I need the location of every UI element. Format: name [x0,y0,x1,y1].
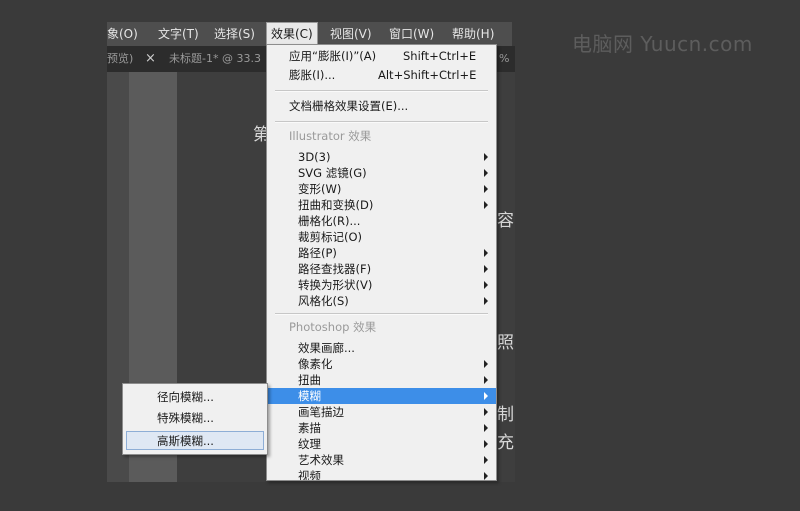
menu-select[interactable]: 选择(S) [214,22,255,46]
menu-item-pixelate[interactable]: 像素化 [267,356,496,372]
submenu-arrow-icon [484,153,488,161]
menu-item-document-raster-settings[interactable]: 文档栅格效果设置(E)... [267,98,496,114]
submenu-arrow-icon [484,281,488,289]
submenu-arrow-icon [484,201,488,209]
watermark-text: 电脑网 Yuucn.com [572,32,753,56]
menu-effect[interactable]: 效果(C) [266,22,318,46]
menu-separator [275,121,488,123]
menu-item-effect-gallery[interactable]: 效果画廊... [267,340,496,356]
menu-item-svg-filters[interactable]: SVG 滤镜(G) [267,165,496,181]
menu-item-path[interactable]: 路径(P) [267,245,496,261]
menu-separator [275,90,488,92]
tab-untitled-document[interactable]: 未标题-1* @ 33.3 [169,46,261,72]
menu-item-brush-strokes[interactable]: 画笔描边 [267,404,496,420]
submenu-item-radial-blur[interactable]: 径向模糊... [126,388,264,407]
submenu-arrow-icon [484,185,488,193]
menu-item-rasterize[interactable]: 栅格化(R)... [267,213,496,229]
menu-window[interactable]: 窗口(W) [389,22,434,46]
submenu-arrow-icon [484,265,488,273]
blur-submenu: 径向模糊... 特殊模糊... 高斯模糊... [122,383,268,455]
submenu-arrow-icon [484,440,488,448]
effect-menu-dropdown: 应用“膨胀(I)”(A) Shift+Ctrl+E 膨胀(I)... Alt+S… [266,44,497,481]
menu-view[interactable]: 视图(V) [330,22,372,46]
submenu-arrow-icon [484,169,488,177]
menu-item-pathfinder[interactable]: 路径查找器(F) [267,261,496,277]
section-header-photoshop: Photoshop 效果 [289,320,377,334]
submenu-arrow-icon [484,360,488,368]
close-icon[interactable]: × [145,46,156,72]
menu-help[interactable]: 帮助(H) [452,22,494,46]
menu-item-apply-inflate[interactable]: 应用“膨胀(I)”(A) Shift+Ctrl+E [267,48,496,64]
shortcut-label: Alt+Shift+Ctrl+E [378,68,477,82]
menu-item-video[interactable]: 视频 [267,468,496,480]
tab-preview-fragment[interactable]: 预览) [107,46,133,72]
menu-item-sketch[interactable]: 素描 [267,420,496,436]
menu-item-inflate[interactable]: 膨胀(I)... Alt+Shift+Ctrl+E [267,67,496,83]
menu-item-stylize[interactable]: 风格化(S) [267,293,496,309]
menu-bar: 象(O) 文字(T) 选择(S) 效果(C) 视图(V) 窗口(W) 帮助(H) [107,22,512,46]
section-header-illustrator: Illustrator 效果 [289,129,372,143]
submenu-item-gaussian-blur[interactable]: 高斯模糊... [126,431,264,450]
canvas-text-fragment: 容 [497,211,514,231]
submenu-arrow-icon [484,297,488,305]
submenu-arrow-icon [484,424,488,432]
canvas-text-fragment: 制 [497,405,514,425]
menu-object[interactable]: 象(O) [107,22,138,46]
menu-separator [275,313,488,315]
submenu-arrow-icon [484,472,488,480]
canvas-text-fragment: 充 [497,433,514,453]
menu-item-3d[interactable]: 3D(3) [267,149,496,165]
submenu-arrow-icon [484,376,488,384]
submenu-arrow-icon [484,408,488,416]
menu-item-convert-to-shape[interactable]: 转换为形状(V) [267,277,496,293]
submenu-arrow-icon [484,392,488,400]
menu-item-distort-transform[interactable]: 扭曲和变换(D) [267,197,496,213]
submenu-item-smart-blur[interactable]: 特殊模糊... [126,409,264,428]
canvas-text-fragment: 照 [497,333,514,353]
menu-item-distort[interactable]: 扭曲 [267,372,496,388]
shortcut-label: Shift+Ctrl+E [403,49,477,63]
submenu-arrow-icon [484,456,488,464]
tab-zoom-fragment: % [499,52,510,65]
menu-type[interactable]: 文字(T) [158,22,199,46]
menu-item-texture[interactable]: 纹理 [267,436,496,452]
menu-item-warp[interactable]: 变形(W) [267,181,496,197]
menu-item-blur[interactable]: 模糊 [267,388,496,404]
menu-item-crop-marks[interactable]: 裁剪标记(O) [267,229,496,245]
submenu-arrow-icon [484,249,488,257]
menu-item-artistic[interactable]: 艺术效果 [267,452,496,468]
